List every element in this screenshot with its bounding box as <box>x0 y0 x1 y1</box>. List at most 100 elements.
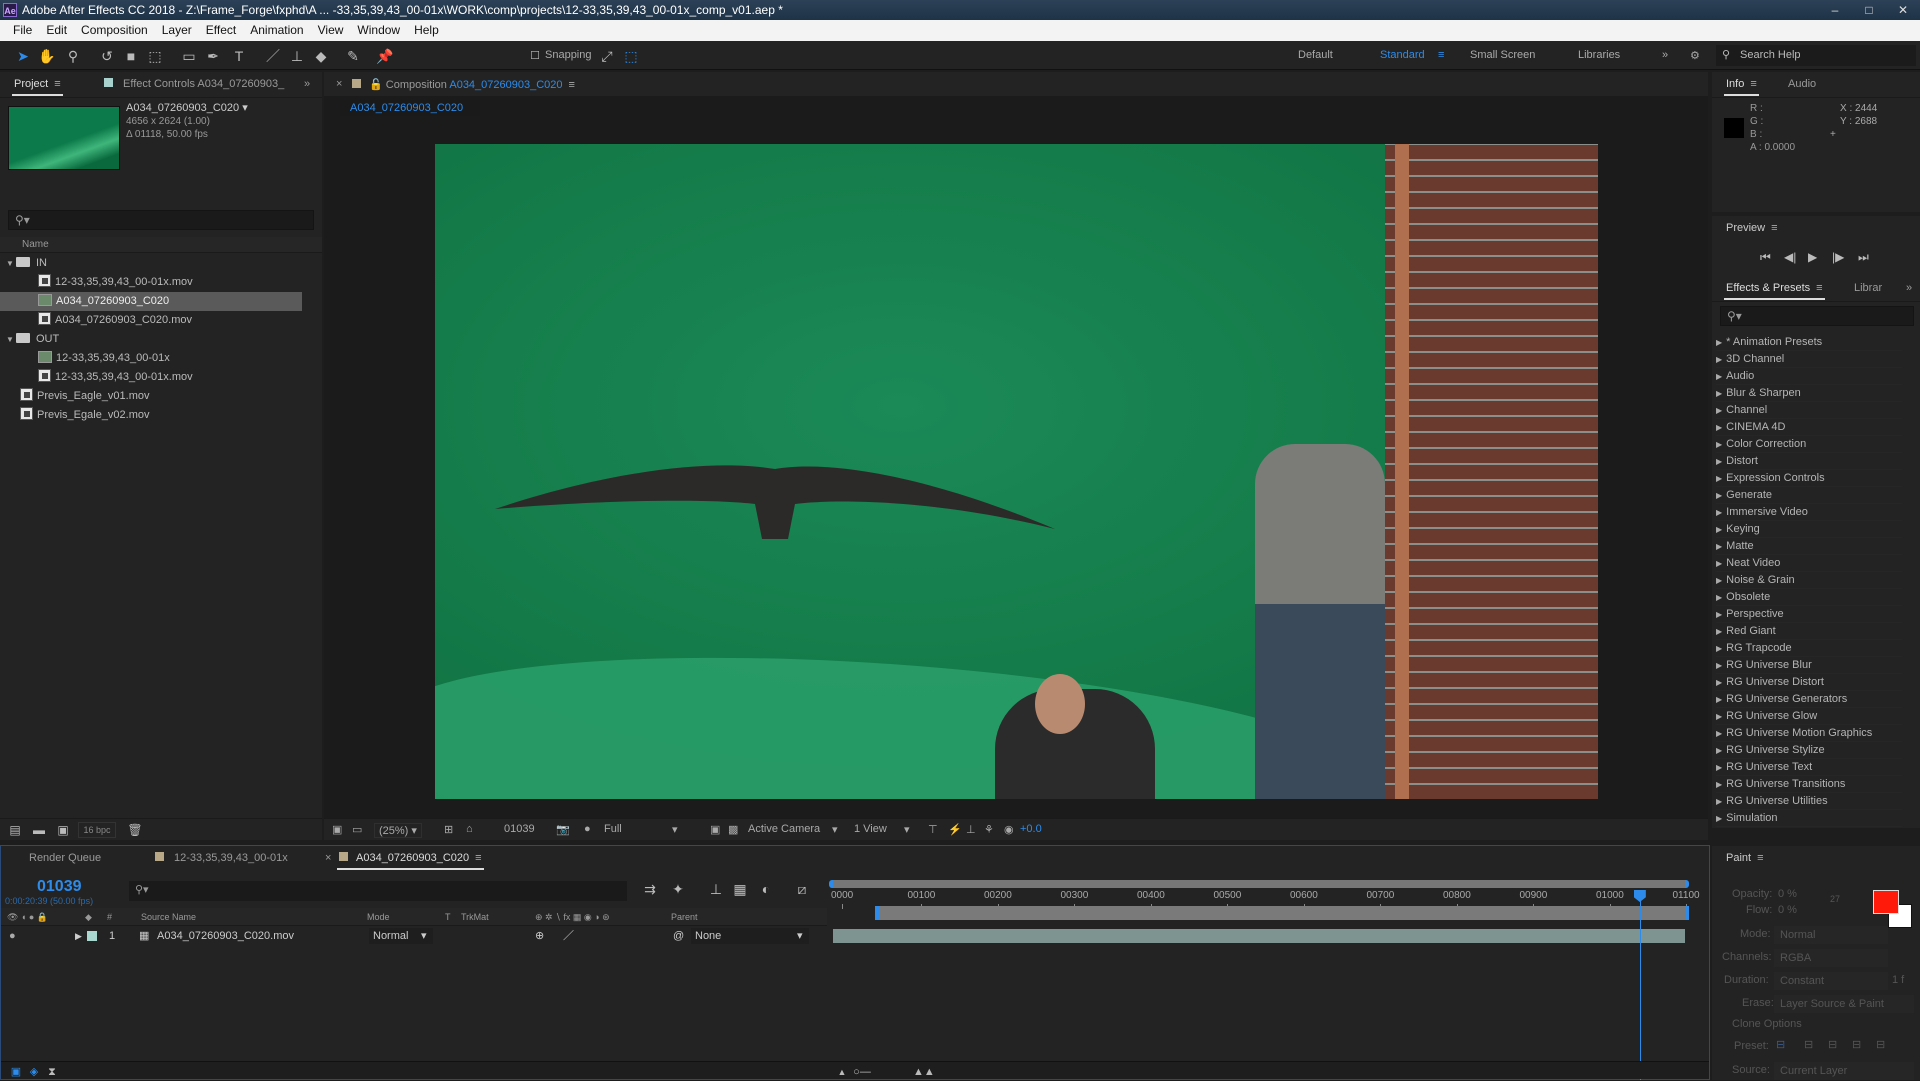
pan-behind-tool-icon[interactable]: ⬚ <box>146 47 164 65</box>
display-icon[interactable]: ▭ <box>352 823 362 836</box>
expand-layer-icon[interactable]: ▶ <box>75 927 82 945</box>
brush-size[interactable]: 27 <box>1830 894 1840 904</box>
clone-preset-1-icon[interactable]: ⊟ <box>1776 1038 1785 1051</box>
expand-triangle-icon[interactable]: ▶ <box>1716 627 1722 636</box>
snapping-checkbox[interactable]: ☐ <box>526 47 544 65</box>
expand-triangle-icon[interactable]: ▶ <box>1716 797 1722 806</box>
expand-triangle-icon[interactable]: ▶ <box>1716 712 1722 721</box>
maximize-button[interactable]: □ <box>1852 0 1886 20</box>
tab-render-queue[interactable]: Render Queue <box>29 852 101 864</box>
effects-category[interactable]: ▶ Neat Video <box>1716 555 1902 572</box>
layer-label-color[interactable] <box>87 931 97 941</box>
zoom-out-icon[interactable]: ▲ <box>833 1063 851 1081</box>
effects-category[interactable]: ▶ Color Correction <box>1716 436 1902 453</box>
clone-preset-3-icon[interactable]: ⊟ <box>1828 1038 1837 1051</box>
composition-viewer[interactable] <box>435 144 1598 799</box>
always-preview-icon[interactable]: ▣ <box>332 823 342 836</box>
views-dropdown[interactable]: 1 View ▾ <box>854 823 914 836</box>
expand-triangle-icon[interactable]: ▶ <box>1716 814 1722 823</box>
new-folder-icon[interactable]: ▬ <box>30 821 48 839</box>
effects-category[interactable]: ▶ RG Universe Motion Graphics <box>1716 725 1902 742</box>
visibility-eye-icon[interactable]: ● <box>9 927 16 945</box>
tab-composition[interactable]: 🔓 Composition A034_07260903_C020 ≡ <box>352 78 575 91</box>
expand-triangle-icon[interactable]: ▶ <box>1716 372 1722 381</box>
tab-project[interactable]: Project ≡ <box>12 78 63 96</box>
clone-stamp-tool-icon[interactable]: ⊥ <box>288 47 306 65</box>
tree-item[interactable]: 12-33,35,39,43_00-01x.mov <box>0 273 302 292</box>
current-time-indicator[interactable] <box>1639 890 1641 1080</box>
tab-audio[interactable]: Audio <box>1788 78 1816 90</box>
workspace-libraries[interactable]: Libraries <box>1578 49 1620 61</box>
fast-previews-icon[interactable]: ⚡ <box>948 823 962 836</box>
effects-category[interactable]: ▶ Blur & Sharpen <box>1716 385 1902 402</box>
selection-tool-icon[interactable]: ➤ <box>14 47 32 65</box>
snapshot-icon[interactable]: 📷 <box>556 823 570 836</box>
pick-whip-icon[interactable]: @ <box>673 927 684 945</box>
effects-category[interactable]: ▶ Channel <box>1716 402 1902 419</box>
workspace-small-screen[interactable]: Small Screen <box>1470 49 1535 61</box>
workspace-menu-icon[interactable]: ≡ <box>1438 49 1444 61</box>
tree-item[interactable]: Previs_Egale_v02.mov <box>0 406 302 425</box>
tree-item[interactable]: 12-33,35,39,43_00-01x.mov <box>0 368 302 387</box>
effects-category[interactable]: ▶ RG Universe Distort <box>1716 674 1902 691</box>
trash-icon[interactable]: 🗑 <box>126 821 144 839</box>
layer-row[interactable]: ● ▶ 1 ▦ A034_07260903_C020.mov Normal ▾ ⊕… <box>1 927 827 945</box>
expand-triangle-icon[interactable]: ▶ <box>1716 746 1722 755</box>
menu-help[interactable]: Help <box>407 20 446 41</box>
expand-triangle-icon[interactable]: ▶ <box>1716 406 1722 415</box>
tree-folder-out[interactable]: ▼ OUT <box>0 330 302 349</box>
effects-category[interactable]: ▶ Audio <box>1716 368 1902 385</box>
expand-triangle-icon[interactable]: ▶ <box>1716 440 1722 449</box>
expand-triangle-icon[interactable]: ▶ <box>1716 610 1722 619</box>
search-help-input[interactable]: ⚲ Search Help <box>1716 45 1916 66</box>
rectangle-tool-icon[interactable]: ▭ <box>180 47 198 65</box>
graph-editor-icon[interactable]: ⧄ <box>793 880 811 898</box>
eraser-tool-icon[interactable]: ◆ <box>312 47 330 65</box>
pen-tool-icon[interactable]: ✒ <box>204 47 222 65</box>
bit-depth-button[interactable]: 16 bpc <box>78 822 116 838</box>
zoom-slider[interactable]: ○— <box>853 1063 871 1081</box>
tree-item-selected[interactable]: A034_07260903_C020 <box>0 292 302 311</box>
opacity-value[interactable]: 0 % <box>1778 888 1797 900</box>
rotation-tool-icon[interactable]: ↺ <box>98 47 116 65</box>
expand-triangle-icon[interactable]: ▶ <box>1716 474 1722 483</box>
magnification-dropdown[interactable]: (25%) ▾ <box>374 823 422 838</box>
current-frame-display[interactable]: 01039 <box>504 823 535 835</box>
effects-category[interactable]: ▶ Generate <box>1716 487 1902 504</box>
effects-category[interactable]: ▶ RG Universe Text <box>1716 759 1902 776</box>
expand-triangle-icon[interactable]: ▶ <box>1716 457 1722 466</box>
work-area-bar[interactable] <box>875 906 1689 920</box>
layer-duration-bar[interactable] <box>833 929 1685 943</box>
effects-category[interactable]: ▶ * Animation Presets <box>1716 334 1902 351</box>
tab-libraries[interactable]: Librar <box>1854 282 1882 294</box>
channels-dropdown[interactable]: RGBA <box>1774 949 1888 967</box>
parent-header[interactable]: Parent <box>671 908 698 926</box>
mask-visibility-icon[interactable]: ⌂ <box>466 823 473 835</box>
mode-dropdown[interactable]: Normal <box>1774 926 1888 944</box>
effects-category[interactable]: ▶ Immersive Video <box>1716 504 1902 521</box>
shy-switch-icon[interactable]: ⊕ <box>535 927 544 945</box>
foreground-color-swatch[interactable] <box>1873 890 1899 914</box>
trkmat-header[interactable]: TrkMat <box>461 908 489 926</box>
expand-triangle-icon[interactable]: ▶ <box>1716 695 1722 704</box>
hand-tool-icon[interactable]: ✋ <box>38 47 56 65</box>
layer-mode-dropdown[interactable]: Normal ▾ <box>369 928 433 944</box>
workspace-default[interactable]: Default <box>1298 49 1333 61</box>
dropdown-arrow-icon[interactable]: ▾ <box>242 102 248 114</box>
zoom-in-icon[interactable]: ▲▲ <box>913 1063 935 1081</box>
quality-switch-icon[interactable]: ／ <box>563 927 574 945</box>
expand-triangle-icon[interactable]: ▶ <box>1716 729 1722 738</box>
layer-switches-toggle-icon[interactable]: ▣ <box>7 1063 25 1081</box>
tab-preview[interactable]: Preview ≡ <box>1726 222 1778 234</box>
effects-category[interactable]: ▶ Distort <box>1716 453 1902 470</box>
effects-search-input[interactable]: ⚲▾ <box>1720 306 1914 326</box>
clone-preset-5-icon[interactable]: ⊟ <box>1876 1038 1885 1051</box>
tab-comp-output[interactable]: 12-33,35,39,43_00-01x <box>155 852 288 864</box>
timeline-search-input[interactable]: ⚲▾ <box>129 881 627 901</box>
effects-category[interactable]: ▶ Obsolete <box>1716 589 1902 606</box>
transfer-controls-toggle-icon[interactable]: ◈ <box>25 1063 43 1081</box>
timeline-icon[interactable]: ⊥ <box>966 823 976 836</box>
menu-edit[interactable]: Edit <box>39 20 74 41</box>
toggle-pixel-aspect-icon[interactable]: ⊤ <box>928 823 938 836</box>
close-tab-icon[interactable]: × <box>336 78 342 90</box>
